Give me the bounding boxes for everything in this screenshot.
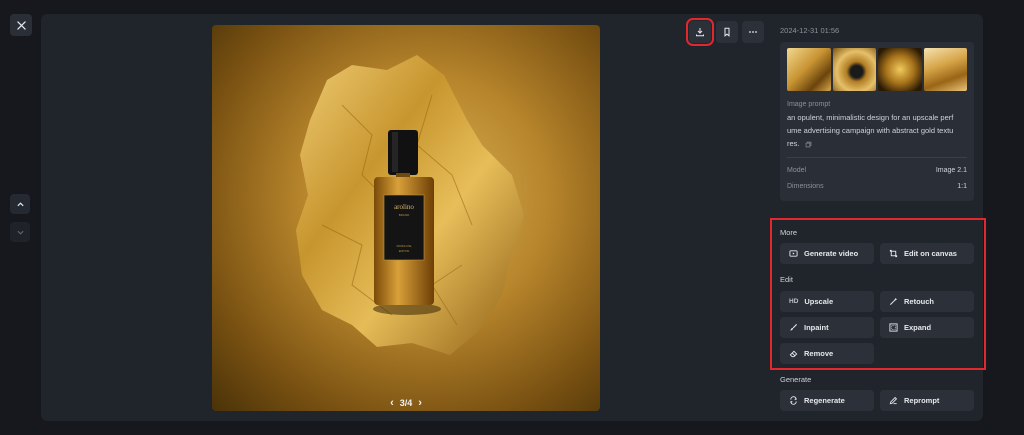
svg-text:arolino: arolino [394,203,414,211]
close-button[interactable] [10,14,32,36]
image-info-card: Image prompt an opulent, minimalistic de… [780,42,974,201]
svg-text:MONOLUXE: MONOLUXE [397,244,412,248]
canvas-icon [889,249,898,258]
previous-image-button[interactable] [10,194,30,214]
refresh-icon [790,396,797,405]
next-image-button[interactable] [10,222,30,242]
main-image[interactable]: arolino BRAND MONOLUXE EDITION ‹ 3/4 › [212,25,600,411]
pager-count: 3/4 [399,398,413,408]
bookmark-icon [724,27,730,37]
magic-wand-icon [889,297,898,306]
thumbnail-1[interactable] [787,48,831,91]
pencil-icon [889,396,898,405]
section-generate-title: Generate [780,375,812,384]
model-row: Model Image 2.1 [787,167,967,174]
retouch-button[interactable]: Retouch [880,291,974,312]
dimensions-row: Dimensions 1:1 [787,183,967,190]
perfume-image-art: arolino BRAND MONOLUXE EDITION [296,55,524,355]
hd-icon: HD [789,298,799,305]
video-icon [789,250,798,257]
bookmark-button[interactable] [716,21,738,43]
info-divider [787,157,967,158]
prompt-text: an opulent, minimalistic design for an u… [787,113,954,148]
expand-icon [889,323,898,332]
more-options-button[interactable] [742,21,764,43]
creation-date: 2024-12-31 01:56 [780,26,840,35]
prompt-label: Image prompt [787,101,831,108]
detail-panel: arolino BRAND MONOLUXE EDITION ‹ 3/4 › 2… [41,14,986,421]
remove-button[interactable]: Remove [780,343,874,364]
generate-video-button[interactable]: Generate video [780,243,874,264]
image-pager: ‹ 3/4 › [212,397,600,409]
regenerate-button[interactable]: Regenerate [780,390,874,411]
ellipsis-icon [749,31,757,33]
section-edit-title: Edit [780,275,793,284]
section-more-title: More [780,228,798,237]
chevron-up-icon [16,201,24,206]
svg-text:EDITION: EDITION [399,249,410,253]
copy-icon[interactable] [805,141,812,148]
pager-prev-button[interactable]: ‹ [390,397,394,409]
edit-on-canvas-button[interactable]: Edit on canvas [880,243,974,264]
eraser-icon [789,350,798,358]
expand-button[interactable]: Expand [880,317,974,338]
download-icon [696,28,704,37]
thumbnail-strip [787,48,967,91]
chevron-down-icon [16,230,24,235]
upscale-button[interactable]: HD Upscale [780,291,874,312]
inpaint-button[interactable]: Inpaint [780,317,874,338]
download-button[interactable] [686,18,714,46]
pager-next-button[interactable]: › [418,397,422,409]
close-icon [16,20,26,30]
reprompt-button[interactable]: Reprompt [880,390,974,411]
thumbnail-2[interactable] [832,48,876,91]
brush-icon [790,323,798,331]
thumbnail-4[interactable] [923,48,967,91]
thumbnail-3[interactable] [878,48,922,91]
svg-text:BRAND: BRAND [399,213,410,217]
